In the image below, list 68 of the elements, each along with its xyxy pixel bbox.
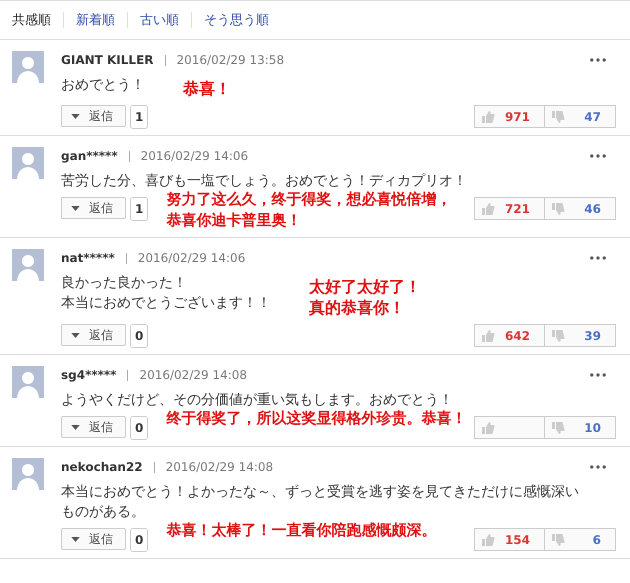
caret-icon — [71, 424, 80, 430]
like-button[interactable]: 642 — [474, 324, 545, 347]
reply-count: 0 — [130, 528, 148, 552]
sort-tab[interactable]: そう思う順 — [204, 11, 281, 29]
avatar-icon — [12, 249, 44, 281]
thumbs-up-icon — [481, 202, 495, 216]
thumbs-down-icon — [551, 202, 565, 216]
comment-text: おめでとう！ — [61, 76, 145, 95]
translation-note: 终于得奖了，所以这奖显得格外珍贵。恭喜！ — [166, 408, 466, 429]
reply-count: 1 — [130, 197, 148, 221]
caret-icon — [71, 206, 80, 210]
comment-date: 2016/02/29 14:06 — [138, 251, 246, 265]
comment-text: ようやくだけど、その分価値が重い気もします。おめでとう！ — [61, 391, 453, 410]
reply-button[interactable]: 返信 — [61, 416, 126, 438]
comment-date: 2016/02/29 14:08 — [166, 460, 274, 474]
thumbs-up-icon — [481, 110, 495, 124]
caret-icon — [71, 536, 80, 542]
reply-button[interactable]: 返信 — [61, 197, 126, 219]
reply-count: 1 — [130, 105, 148, 129]
reply-button[interactable]: 返信 — [61, 105, 126, 127]
avatar-icon — [12, 458, 44, 490]
thumbs-down-icon — [551, 328, 565, 342]
translation-note: 恭喜！ — [183, 78, 231, 99]
comment-date: 2016/02/29 13:58 — [176, 53, 284, 67]
thumbs-down-icon — [551, 532, 565, 546]
dislike-button[interactable]: 47 — [545, 105, 616, 128]
thumbs-down-icon — [551, 420, 565, 434]
reply-button[interactable]: 返信 — [61, 528, 126, 550]
translation-note: 努力了这么久，终于得奖，想必喜悦倍增， 恭喜你迪卡普里奥！ — [166, 189, 452, 231]
dislike-button[interactable]: 46 — [545, 197, 616, 220]
caret-icon — [71, 332, 80, 338]
comment-text: 良かった良かった！ 本当におめでとうございます！！ — [61, 274, 271, 313]
like-button[interactable]: 971 — [474, 105, 545, 128]
thumbs-down-icon — [551, 110, 565, 124]
more-icon[interactable] — [590, 465, 606, 469]
like-button[interactable]: 154 — [474, 528, 545, 551]
reply-button[interactable]: 返信 — [61, 324, 126, 346]
sort-tab[interactable]: 新着順 — [76, 11, 127, 29]
caret-icon — [71, 114, 80, 118]
comment-text: 苦労した分、喜びも一塩でしょう。おめでとう！ディカプリオ！ — [61, 172, 467, 191]
avatar-icon — [12, 366, 44, 398]
user-name: GIANT KILLER — [61, 53, 154, 67]
dislike-button[interactable]: 6 — [545, 528, 616, 551]
comment-text: 本当におめでとう！よかったな～、ずっと受賞を逃す姿を見てきただけに感慨深いものがある。 — [61, 483, 580, 522]
dislike-button[interactable]: 10 — [545, 416, 616, 439]
more-icon[interactable] — [590, 373, 606, 377]
more-icon[interactable] — [590, 256, 606, 260]
user-name: nat***** — [61, 251, 115, 265]
user-name: gan***** — [61, 149, 118, 163]
user-name: sg4***** — [61, 368, 116, 382]
reply-count: 0 — [130, 324, 148, 348]
thumbs-up-icon — [481, 328, 495, 342]
comment-date: 2016/02/29 14:08 — [139, 368, 248, 382]
reply-count: 0 — [130, 416, 148, 440]
more-icon[interactable] — [590, 58, 606, 62]
translation-note: 恭喜！太棒了！一直看你陪跑感慨颇深。 — [166, 520, 436, 541]
more-icon[interactable] — [590, 154, 606, 158]
thumbs-up-icon — [481, 532, 495, 546]
sort-tab[interactable]: 共感順 — [12, 11, 63, 29]
like-button[interactable]: 721 — [474, 197, 545, 220]
avatar-icon — [12, 51, 44, 83]
user-name: nekochan22 — [61, 460, 143, 474]
avatar-icon — [12, 147, 44, 179]
comment-date: 2016/02/29 14:06 — [140, 149, 248, 163]
dislike-button[interactable]: 39 — [545, 324, 616, 347]
thumbs-up-icon — [481, 420, 495, 434]
translation-note: 太好了太好了！ 真的恭喜你！ — [309, 276, 421, 318]
sort-tab[interactable]: 古い順 — [140, 11, 191, 29]
